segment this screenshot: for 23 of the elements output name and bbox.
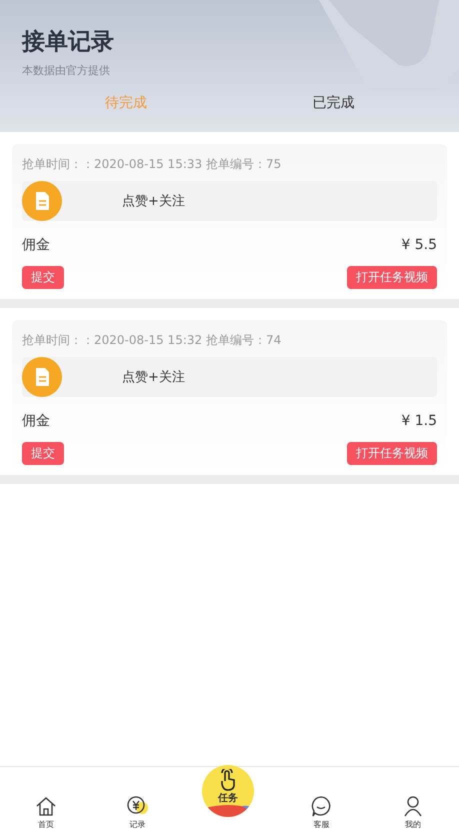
- nav-item[interactable]: 记录: [92, 795, 184, 830]
- page-subtitle: 本数据由官方提供: [22, 63, 111, 78]
- task-nav-button[interactable]: 任务: [202, 765, 254, 817]
- nav-item[interactable]: 客服: [275, 795, 368, 830]
- task-name: 点赞+关注: [122, 193, 185, 210]
- commission-label: 佣金: [22, 412, 50, 430]
- coin-icon: [126, 795, 150, 817]
- task-name: 点赞+关注: [122, 369, 185, 386]
- nav-item[interactable]: 首页: [0, 795, 92, 830]
- page-title: 接单记录: [22, 28, 115, 57]
- user-icon: [402, 795, 424, 817]
- document-icon: [22, 357, 62, 397]
- commission-amount: ¥ 1.5: [401, 413, 437, 429]
- commission-amount: ¥ 5.5: [401, 237, 437, 253]
- tap-hand-icon: [218, 769, 238, 791]
- chat-icon: [310, 795, 332, 817]
- document-icon: [22, 181, 62, 221]
- commission-label: 佣金: [22, 236, 50, 254]
- tab[interactable]: 已完成: [230, 94, 437, 112]
- order-meta: 抢单时间：：2020-08-15 15:32 抢单编号：74: [22, 332, 282, 349]
- nav-item[interactable]: 我的: [367, 795, 459, 830]
- order-meta: 抢单时间：：2020-08-15 15:33 抢单编号：75: [22, 156, 282, 173]
- home-icon: [34, 795, 57, 817]
